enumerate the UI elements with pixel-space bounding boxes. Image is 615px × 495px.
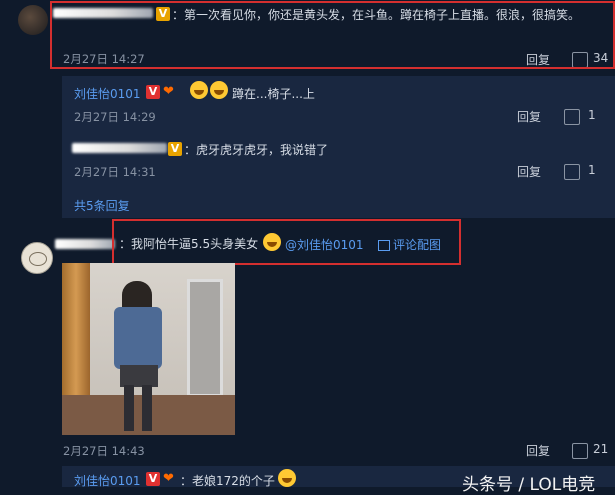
reply-username[interactable]: 刘佳怡0101	[74, 85, 141, 102]
more-replies-link[interactable]: 共5条回复	[74, 197, 130, 214]
comment-timestamp: 2月27日 14:43	[63, 444, 145, 458]
grin-emoji-icon	[278, 469, 296, 487]
verified-v-icon: V	[146, 85, 160, 99]
blurred-username[interactable]	[72, 143, 167, 153]
reply-text: ：老娘172的个子	[180, 474, 275, 488]
thumbs-up-icon[interactable]	[572, 443, 588, 459]
reply-timestamp: 2月27日 14:29	[74, 110, 156, 124]
reply-text: 蹲在...椅子...上	[232, 87, 315, 101]
user-avatar[interactable]	[18, 5, 48, 35]
user-avatar[interactable]	[21, 242, 53, 274]
reply-button[interactable]: 回复	[526, 442, 550, 459]
reply-button[interactable]: 回复	[517, 163, 541, 180]
verified-v-icon: V	[146, 472, 160, 486]
verified-v-icon: V	[168, 142, 182, 156]
reply-username[interactable]: 刘佳怡0101	[74, 472, 141, 489]
reply-text: ：虎牙虎牙虎牙，我说错了	[184, 143, 329, 157]
highlight-box	[50, 1, 615, 69]
comment-image[interactable]	[62, 263, 235, 435]
vip-heart-icon: ❤	[163, 471, 174, 486]
watermark-text: 头条号 / LOL电竞	[462, 475, 596, 495]
laugh-emoji-icon	[190, 81, 228, 99]
thumbs-up-icon[interactable]	[564, 109, 580, 125]
reply-timestamp: 2月27日 14:31	[74, 165, 156, 179]
thumbs-up-icon[interactable]	[564, 164, 580, 180]
like-count: 21	[593, 442, 609, 456]
like-count: 1	[588, 163, 596, 177]
like-count: 1	[588, 108, 596, 122]
highlight-box	[112, 219, 461, 265]
reply-button[interactable]: 回复	[517, 108, 541, 125]
blurred-username[interactable]	[55, 239, 115, 249]
vip-heart-icon: ❤	[163, 84, 174, 99]
